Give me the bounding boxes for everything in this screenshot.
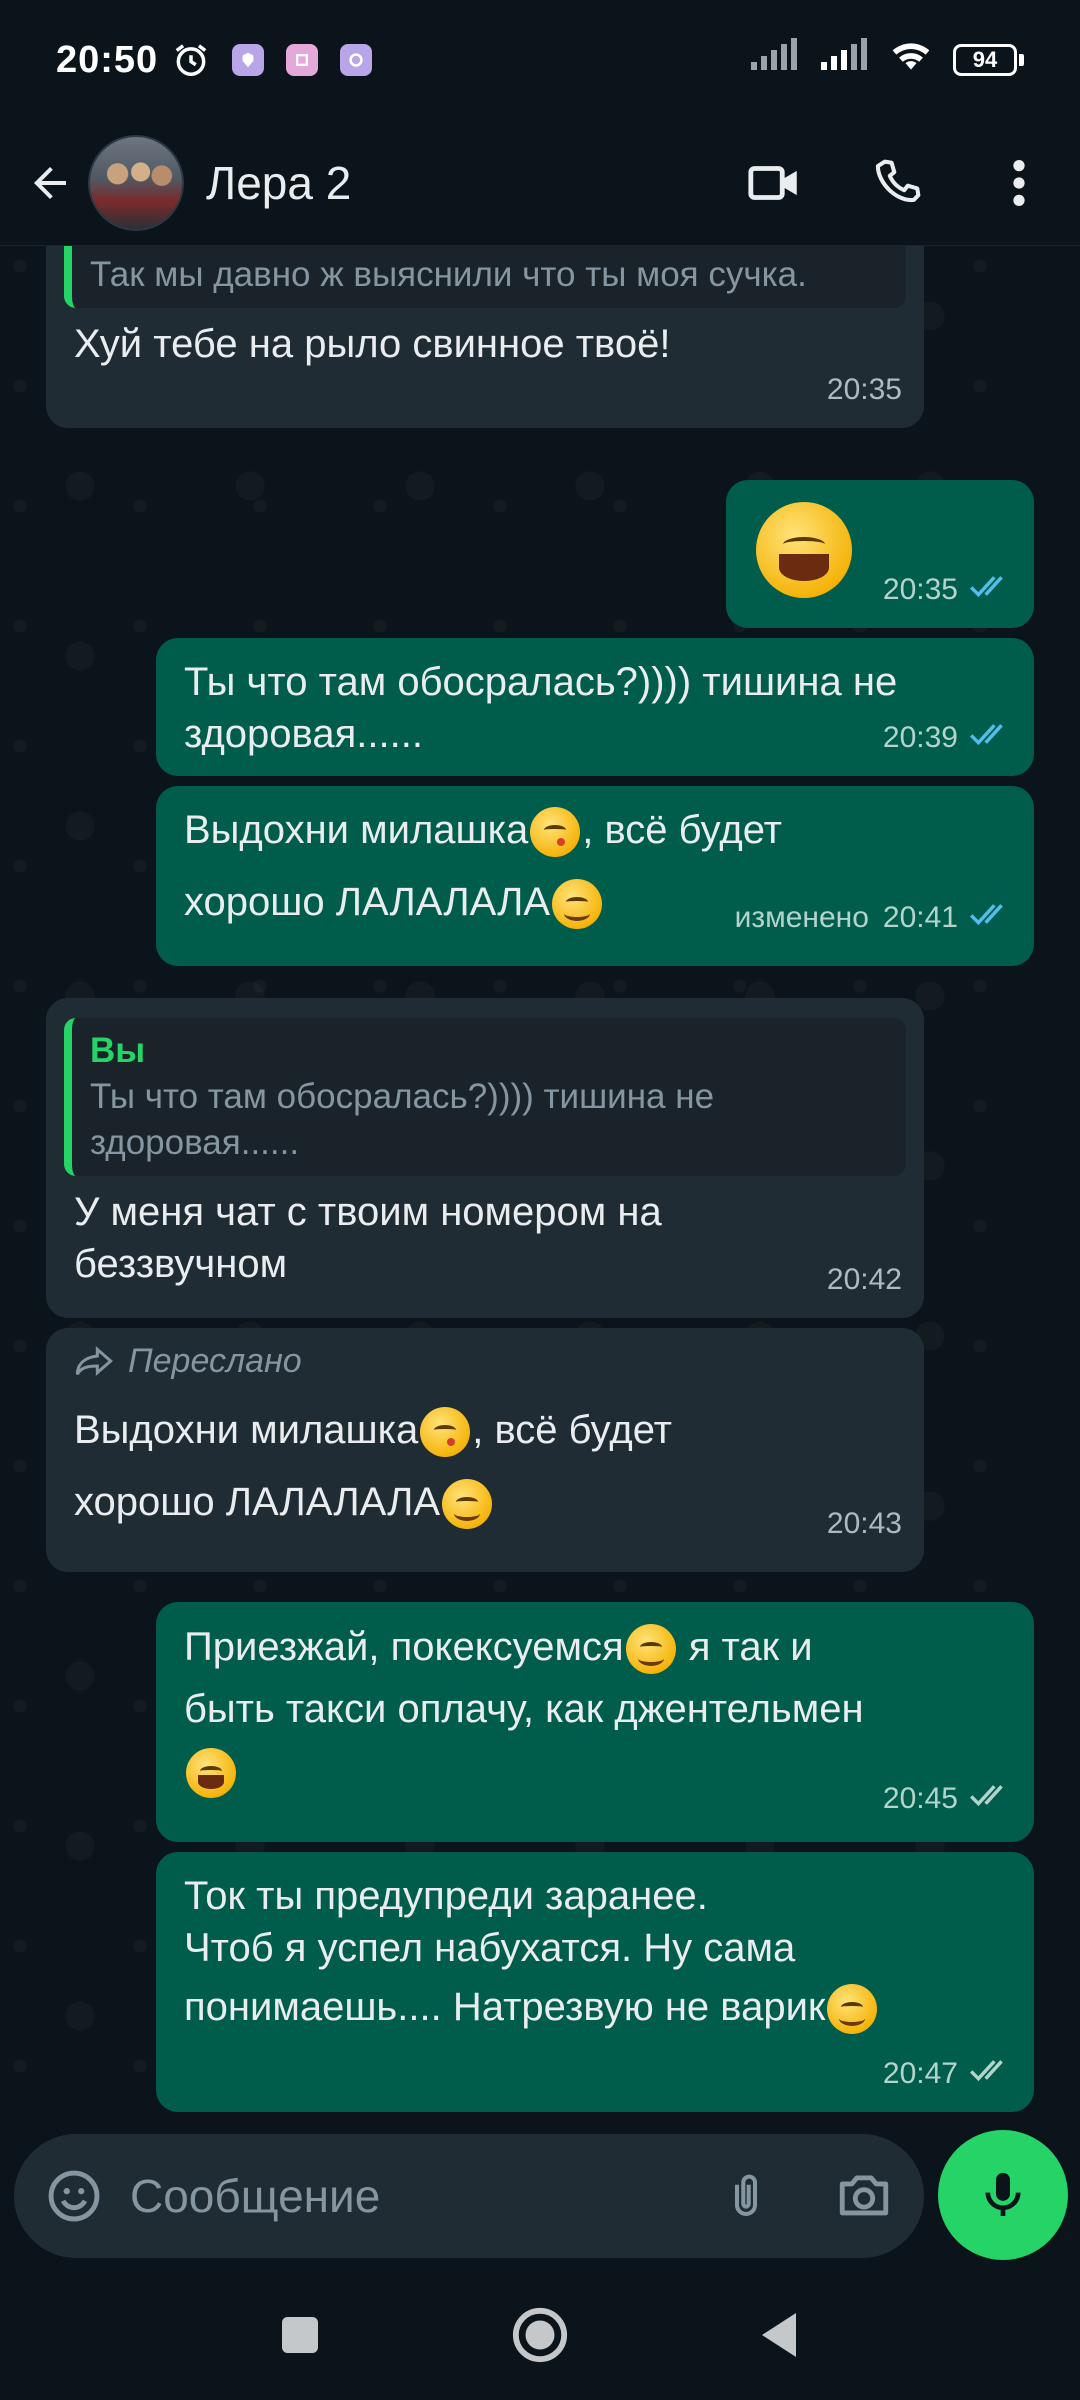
avatar[interactable] — [88, 134, 184, 231]
app-notification-icon — [232, 44, 265, 76]
mic-button[interactable] — [938, 2130, 1068, 2260]
more-options-icon[interactable] — [988, 152, 1050, 214]
message-time: 20:47 — [882, 2057, 958, 2090]
status-bar: 20:50 94 — [0, 0, 1080, 120]
quote-text: Ты что там обосралась?)))) тишина не — [90, 1077, 715, 1116]
recents-icon[interactable] — [265, 2300, 335, 2370]
message-text: хорошо ЛАЛАЛАЛА — [74, 1480, 441, 1524]
message-incoming[interactable]: Так мы давно ж выяснили что ты моя сучка… — [46, 246, 924, 428]
mic-icon — [985, 2172, 1021, 2216]
read-ticks-icon — [968, 712, 1012, 764]
message-time: 20:39 — [882, 721, 958, 754]
kissing-face-icon — [420, 1407, 471, 1458]
chat-messages[interactable]: Так мы давно ж выяснили что ты моя сучка… — [0, 246, 1080, 2130]
app-notification-icon — [340, 44, 373, 76]
back-nav-icon[interactable] — [745, 2300, 815, 2370]
message-text: Выдохни милашка — [184, 808, 529, 852]
read-ticks-icon — [968, 564, 1012, 616]
chat-header: Лера 2 — [0, 120, 1080, 246]
message-text: Ток ты предупреди заранее. — [184, 1874, 708, 1918]
home-icon[interactable] — [505, 2300, 575, 2370]
delivered-ticks-icon — [968, 1768, 1012, 1830]
quote-author: Вы — [90, 1031, 146, 1070]
signal-icon — [749, 38, 799, 82]
face-with-tears-of-joy-icon — [756, 502, 852, 598]
message-time: 20:45 — [882, 1782, 958, 1815]
system-nav-bar — [0, 2270, 1080, 2400]
message-text: быть такси оплачу, как джентельмен — [184, 1687, 864, 1731]
message-time: 20:43 — [826, 1507, 902, 1540]
battery-icon: 94 — [953, 44, 1024, 76]
message-text: Чтоб я успел набухатся. Ну сама — [184, 1926, 796, 1970]
status-time: 20:50 — [56, 38, 159, 81]
video-call-icon[interactable] — [744, 152, 806, 214]
message-time: 20:41 — [882, 901, 958, 934]
message-outgoing[interactable]: Приезжай, покексуемся я так и быть такси… — [156, 1602, 1034, 1842]
message-outgoing[interactable]: Ток ты предупреди заранее. Чтоб я успел … — [156, 1852, 1034, 2112]
message-incoming[interactable]: Вы Ты что там обосралась?)))) тишина не … — [46, 998, 924, 1318]
quoted-message[interactable]: Вы Ты что там обосралась?)))) тишина не … — [64, 1018, 906, 1176]
grinning-face-icon — [625, 1624, 676, 1675]
message-text: Ты что там обосралась?)))) тишина не — [184, 660, 898, 704]
contact-name[interactable]: Лера 2 — [206, 156, 351, 210]
emoji-icon[interactable] — [42, 2164, 106, 2228]
forward-icon — [75, 1346, 113, 1376]
edited-label: изменено — [734, 901, 869, 934]
battery-level: 94 — [953, 44, 1017, 76]
message-text: , всё будет — [582, 808, 782, 852]
message-input-bar: Сообщение — [14, 2134, 924, 2258]
message-outgoing[interactable]: Ты что там обосралась?)))) тишина не здо… — [156, 638, 1034, 776]
quote-text: здоровая...... — [90, 1123, 300, 1162]
message-text: я так и — [677, 1625, 813, 1669]
alarm-icon — [172, 41, 210, 79]
camera-icon[interactable] — [832, 2164, 896, 2228]
grinning-face-icon — [552, 879, 603, 930]
grinning-face-icon — [442, 1479, 493, 1530]
message-input[interactable]: Сообщение — [130, 2169, 714, 2223]
message-text: беззвучном — [74, 1242, 288, 1286]
message-time: 20:35 — [882, 573, 958, 606]
message-text: Хуй тебе на рыло свинное твоё! — [74, 322, 671, 366]
message-text: хорошо ЛАЛАЛАЛА — [184, 880, 551, 924]
message-text: Выдохни милашка — [74, 1408, 419, 1452]
message-outgoing[interactable]: Выдохни милашка , всё будет хорошо ЛАЛАЛА… — [156, 786, 1034, 966]
app-notification-icon — [286, 44, 319, 76]
kissing-face-icon — [530, 807, 581, 858]
back-arrow-icon[interactable] — [20, 153, 80, 213]
message-incoming[interactable]: Переслано Выдохни милашка , всё будет хор… — [46, 1328, 924, 1572]
message-outgoing[interactable]: 20:35 — [726, 480, 1034, 628]
read-ticks-icon — [968, 882, 1012, 954]
message-time: 20:42 — [826, 1263, 902, 1296]
slightly-smiling-face-icon — [827, 1984, 878, 2035]
message-text: Приезжай, покексуемся — [184, 1625, 624, 1669]
quoted-message[interactable]: Так мы давно ж выяснили что ты моя сучка… — [64, 246, 906, 308]
message-text: понимаешь.... Натрезвую не варик — [184, 1985, 826, 2029]
face-with-tears-of-joy-icon — [186, 1748, 236, 1799]
forwarded-label: Переслано — [74, 1338, 896, 1384]
message-text: , всё будет — [472, 1408, 672, 1452]
wifi-icon — [889, 38, 933, 82]
delivered-ticks-icon — [968, 2048, 1012, 2100]
attach-icon[interactable] — [714, 2164, 778, 2228]
signal-icon — [819, 38, 869, 82]
message-text: У меня чат с твоим номером на — [74, 1190, 662, 1234]
quote-text: Так мы давно ж выяснили что ты моя сучка… — [90, 255, 807, 294]
voice-call-icon[interactable] — [866, 152, 928, 214]
message-time: 20:35 — [826, 373, 902, 406]
